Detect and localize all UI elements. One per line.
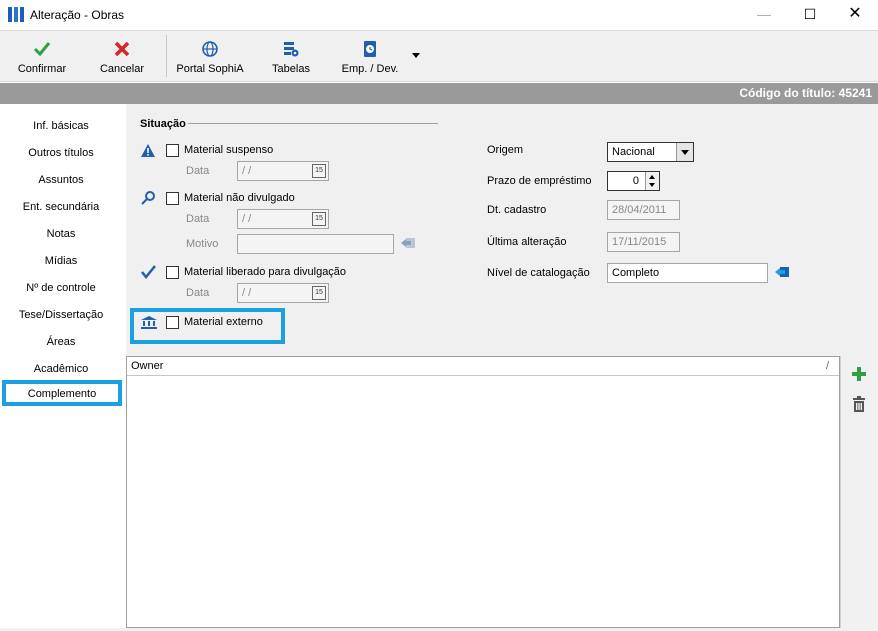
- liberado-label: Material liberado para divulgação: [184, 266, 347, 278]
- tables-gear-icon: [284, 42, 299, 57]
- globe-icon: [202, 41, 218, 57]
- suspenso-date-field[interactable]: / / 15: [237, 161, 329, 181]
- title-bar: Alteração - Obras — ☐ ✕: [0, 0, 878, 30]
- cancel-button[interactable]: Cancelar: [90, 35, 154, 79]
- toolbar-separator: [166, 35, 167, 77]
- suspenso-checkbox[interactable]: [166, 144, 179, 157]
- motivo-field[interactable]: [237, 234, 394, 254]
- prazo-stepper[interactable]: 0: [607, 171, 660, 191]
- ultima-alteracao-field: 17/11/2015: [607, 232, 680, 252]
- sidebar-item-assuntos[interactable]: Assuntos: [0, 167, 122, 193]
- situacao-title: Situação: [140, 118, 186, 130]
- suspenso-label: Material suspenso: [184, 144, 274, 156]
- calendar-icon[interactable]: 15: [312, 286, 326, 300]
- calendar-icon[interactable]: 15: [312, 164, 326, 178]
- sidebar-item-inf-basicas[interactable]: Inf. básicas: [0, 113, 122, 139]
- portal-label: Portal SophiA: [176, 63, 244, 75]
- prazo-value: 0: [632, 175, 639, 187]
- sidebar-item-midias[interactable]: Mídias: [0, 248, 122, 274]
- column-sorter: /: [825, 360, 829, 372]
- sidebar-item-areas[interactable]: Áreas: [0, 329, 122, 355]
- nao-divulgado-date-value: / /: [242, 213, 252, 225]
- sidebar-item-outros-titulos[interactable]: Outros títulos: [0, 140, 122, 166]
- chevron-down-icon[interactable]: [676, 143, 693, 161]
- section-divider: [188, 123, 438, 124]
- tabelas-button[interactable]: Tabelas: [262, 35, 320, 79]
- motivo-label: Motivo: [186, 238, 219, 250]
- origem-select[interactable]: Nacional: [607, 142, 694, 162]
- column-owner[interactable]: Owner: [131, 360, 163, 372]
- lookup-arrow-icon[interactable]: [774, 265, 790, 279]
- origem-label: Origem: [487, 144, 524, 156]
- nao-divulgado-checkbox[interactable]: [166, 192, 179, 205]
- sidebar-item-tese[interactable]: Tese/Dissertação: [0, 302, 122, 328]
- maximize-button[interactable]: ☐: [787, 0, 833, 30]
- key-icon: [141, 191, 155, 205]
- warning-icon: [141, 144, 155, 157]
- grid-actions-panel: [840, 356, 878, 628]
- title-code-bar: Código do título: 45241: [0, 83, 878, 104]
- nivel-catalogacao-label: Nível de catalogação: [487, 267, 590, 279]
- liberado-checkbox[interactable]: [166, 266, 179, 279]
- dt-cadastro-field: 28/04/2011: [607, 200, 680, 220]
- nao-divulgado-label: Material não divulgado: [184, 192, 295, 204]
- tabelas-label: Tabelas: [272, 63, 310, 75]
- externo-checkbox[interactable]: [166, 316, 179, 329]
- building-icon: [141, 316, 157, 329]
- suspenso-date-value: / /: [242, 165, 252, 177]
- externo-label: Material externo: [184, 316, 263, 328]
- window-title: Alteração - Obras: [30, 8, 125, 22]
- liberado-data-label: Data: [186, 287, 210, 299]
- owner-grid[interactable]: Owner /: [126, 356, 840, 628]
- sidebar-item-complemento[interactable]: Complemento: [2, 380, 122, 406]
- lookup-arrow-icon[interactable]: [400, 236, 416, 250]
- nao-divulgado-date-field[interactable]: / / 15: [237, 209, 329, 229]
- trash-icon[interactable]: [851, 396, 867, 412]
- calendar-icon[interactable]: 15: [312, 212, 326, 226]
- checkmark-icon: [33, 42, 51, 57]
- toolbar: Confirmar Cancelar Portal SophiA Tabelas: [0, 30, 878, 82]
- emp-dev-button[interactable]: Emp. / Dev.: [330, 35, 410, 79]
- sidebar: Inf. básicas Outros títulos Assuntos Ent…: [0, 104, 126, 631]
- emp-dev-label: Emp. / Dev.: [341, 63, 399, 75]
- cancel-label: Cancelar: [99, 63, 145, 75]
- confirm-label: Confirmar: [17, 63, 67, 75]
- book-clock-icon: [364, 41, 376, 57]
- sidebar-item-ent-secundaria[interactable]: Ent. secundária: [0, 194, 122, 220]
- grid-header: Owner /: [127, 357, 839, 376]
- close-button[interactable]: ✕: [832, 0, 878, 30]
- minimize-button[interactable]: —: [741, 0, 787, 30]
- complemento-panel: Situação Material suspenso Data / / 15 M…: [126, 104, 878, 356]
- prazo-label: Prazo de empréstimo: [487, 175, 592, 187]
- add-icon[interactable]: [851, 366, 867, 382]
- sidebar-item-notas[interactable]: Notas: [0, 221, 122, 247]
- origem-value: Nacional: [612, 146, 655, 158]
- nivel-catalogacao-field[interactable]: Completo: [607, 263, 768, 283]
- books-icon: [8, 7, 24, 22]
- nao-divulgado-data-label: Data: [186, 213, 210, 225]
- liberado-date-field[interactable]: / / 15: [237, 283, 329, 303]
- spinner-arrows-icon[interactable]: [645, 172, 659, 190]
- checkmark-icon: [141, 265, 156, 279]
- sidebar-item-academico[interactable]: Acadêmico: [0, 356, 122, 382]
- liberado-date-value: / /: [242, 287, 252, 299]
- title-code: Código do título: 45241: [739, 86, 872, 100]
- suspenso-data-label: Data: [186, 165, 210, 177]
- sidebar-item-controle[interactable]: Nº de controle: [0, 275, 122, 301]
- confirm-button[interactable]: Confirmar: [8, 35, 76, 79]
- portal-sophia-button[interactable]: Portal SophiA: [170, 35, 250, 79]
- x-icon: [114, 41, 130, 57]
- dt-cadastro-label: Dt. cadastro: [487, 204, 547, 216]
- ultima-alteracao-label: Última alteração: [487, 236, 567, 248]
- chevron-down-icon[interactable]: [412, 53, 420, 58]
